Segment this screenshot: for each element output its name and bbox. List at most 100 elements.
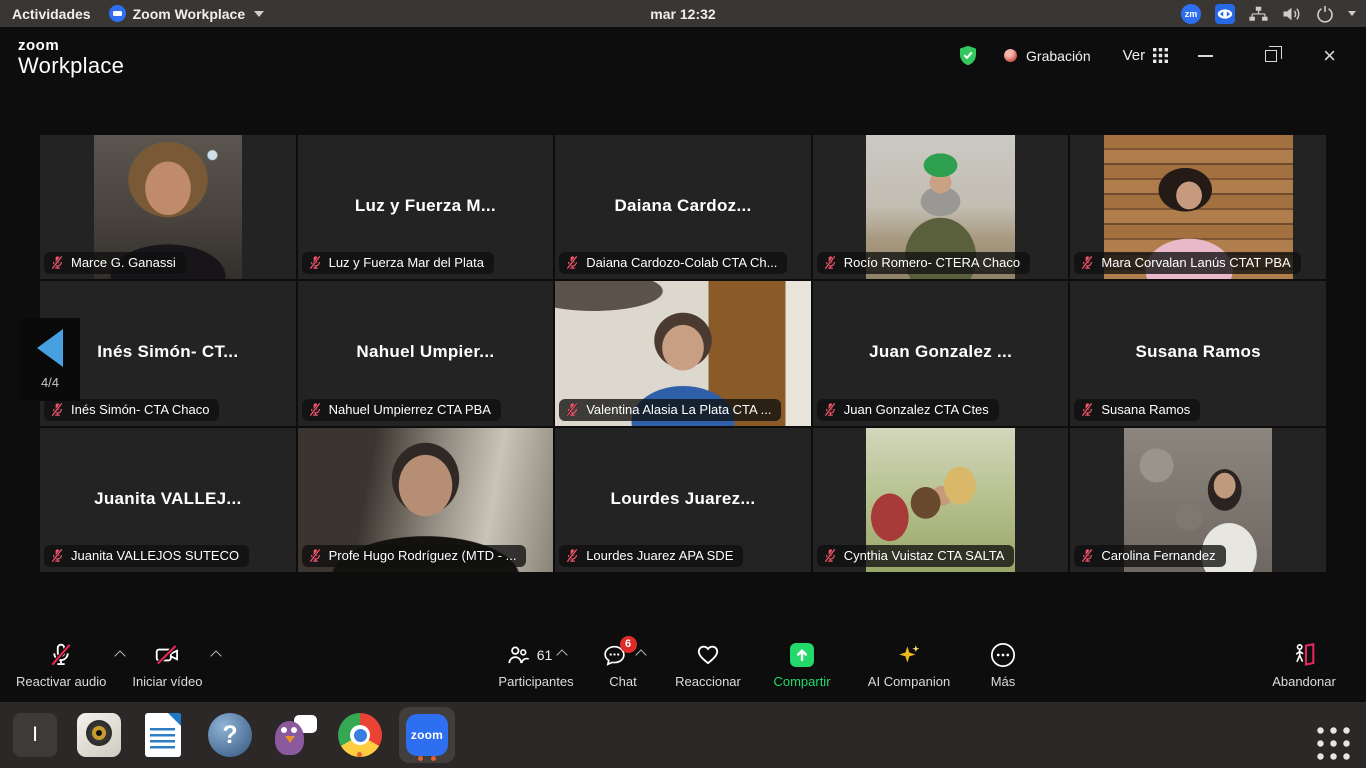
muted-mic-icon xyxy=(823,402,838,417)
close-icon[interactable]: × xyxy=(1323,48,1336,64)
running-indicator-dot xyxy=(431,756,436,761)
participant-name: Cynthia Vuistaz CTA SALTA xyxy=(844,548,1005,563)
participant-name: Inés Simón- CTA Chaco xyxy=(71,402,209,417)
dock: I ? zoom xyxy=(0,702,1366,768)
participant-name: Mara Corvalan Lanús CTAT PBA xyxy=(1101,255,1290,270)
minimize-icon[interactable] xyxy=(1198,55,1213,57)
participant-label: Carolina Fernandez xyxy=(1074,545,1225,567)
teamviewer-icon[interactable] xyxy=(1215,4,1235,24)
chat-label: Chat xyxy=(609,674,636,689)
muted-mic-icon xyxy=(50,402,65,417)
view-label: Ver xyxy=(1123,47,1146,64)
participant-tile[interactable]: Nahuel Umpier... Nahuel Umpierrez CTA PB… xyxy=(298,281,554,425)
participant-display-name: Juan Gonzalez ... xyxy=(813,342,1069,362)
leave-meeting-button[interactable]: Abandonar xyxy=(1258,630,1350,689)
dock-item-chrome[interactable] xyxy=(337,712,383,758)
sparkles-icon xyxy=(896,642,922,668)
zoom-tray-icon[interactable]: zm xyxy=(1181,4,1201,24)
participants-caret[interactable] xyxy=(557,649,568,660)
muted-mic-icon xyxy=(823,255,838,270)
participant-label: Inés Simón- CTA Chaco xyxy=(44,399,219,421)
gallery-view-icon xyxy=(1153,48,1168,63)
logo-workplace: Workplace xyxy=(18,54,124,77)
chat-badge: 6 xyxy=(620,636,637,653)
muted-mic-icon xyxy=(308,402,323,417)
logo-zoom: zoom xyxy=(18,38,124,54)
leave-label: Abandonar xyxy=(1272,674,1336,689)
power-icon[interactable] xyxy=(1316,5,1334,23)
muted-mic-icon xyxy=(308,548,323,563)
participant-tile-active-speaker[interactable]: Valentina Alasia La Plata CTA ... xyxy=(555,281,811,425)
window-header-controls: Grabación Ver × xyxy=(958,45,1336,66)
participant-label: Daiana Cardozo-Colab CTA Ch... xyxy=(559,252,787,274)
dock-item-rhythmbox[interactable] xyxy=(76,712,122,758)
participant-tile[interactable]: Carolina Fernandez xyxy=(1070,428,1326,572)
mic-muted-icon xyxy=(48,642,74,668)
recording-label: Grabación xyxy=(1026,48,1091,64)
dock-item-zoom-active[interactable]: zoom xyxy=(399,707,455,763)
recording-indicator[interactable]: Grabación xyxy=(1004,48,1091,64)
participants-button[interactable]: 61 Participantes xyxy=(486,630,586,689)
running-indicator-dot xyxy=(418,756,423,761)
participant-name: Rocío Romero- CTERA Chaco xyxy=(844,255,1020,270)
participant-tile[interactable]: Daiana Cardoz... Daiana Cardozo-Colab CT… xyxy=(555,135,811,279)
participant-display-name: Nahuel Umpier... xyxy=(298,342,554,362)
text-cursor-icon: I xyxy=(13,713,57,757)
participant-tile[interactable]: Luz y Fuerza M... Luz y Fuerza Mar del P… xyxy=(298,135,554,279)
participant-tile[interactable]: Juanita VALLEJ... Juanita VALLEJOS SUTEC… xyxy=(40,428,296,572)
participant-name: Juan Gonzalez CTA Ctes xyxy=(844,402,989,417)
chevron-down-icon xyxy=(254,11,264,17)
participant-tile[interactable]: Marce G. Ganassi xyxy=(40,135,296,279)
participant-display-name: Susana Ramos xyxy=(1070,342,1326,362)
ellipsis-icon xyxy=(990,642,1016,668)
running-indicator-dot xyxy=(357,752,362,757)
more-button[interactable]: Más xyxy=(970,630,1036,689)
chat-button[interactable]: 6 Chat xyxy=(586,630,660,689)
volume-icon[interactable] xyxy=(1282,5,1302,23)
ai-companion-button[interactable]: AI Companion xyxy=(848,630,970,689)
react-label: Reaccionar xyxy=(675,674,741,689)
participant-label: Profe Hugo Rodríguez (MTD - ... xyxy=(302,545,527,567)
dock-item-pidgin[interactable] xyxy=(272,712,318,758)
dock-item-libreoffice-writer[interactable] xyxy=(141,712,187,758)
participant-tile[interactable]: Susana Ramos Susana Ramos xyxy=(1070,281,1326,425)
participant-label: Luz y Fuerza Mar del Plata xyxy=(302,252,494,274)
view-button[interactable]: Ver xyxy=(1123,47,1169,64)
participant-tile[interactable]: Lourdes Juarez... Lourdes Juarez APA SDE xyxy=(555,428,811,572)
dock-item-text-editor[interactable]: I xyxy=(12,712,58,758)
muted-mic-icon xyxy=(1080,255,1095,270)
participant-tile[interactable]: Juan Gonzalez ... Juan Gonzalez CTA Ctes xyxy=(813,281,1069,425)
react-button[interactable]: Reaccionar xyxy=(660,630,756,689)
app-grid-icon[interactable] xyxy=(1314,724,1353,763)
participant-tile[interactable]: Rocío Romero- CTERA Chaco xyxy=(813,135,1069,279)
share-button[interactable]: Compartir xyxy=(756,630,848,689)
participant-tile[interactable]: Cynthia Vuistaz CTA SALTA xyxy=(813,428,1069,572)
previous-page-button[interactable]: 4/4 xyxy=(20,318,80,401)
zoom-meeting-window: zoom Workplace Grabación Ver × xyxy=(0,27,1366,702)
clock[interactable]: mar 12:32 xyxy=(650,6,715,22)
security-shield-icon[interactable] xyxy=(958,45,978,66)
participant-tile[interactable]: Mara Corvalan Lanús CTAT PBA xyxy=(1070,135,1326,279)
restore-icon[interactable] xyxy=(1265,50,1277,62)
activities-button[interactable]: Actividades xyxy=(12,6,91,22)
app-menu-label: Zoom Workplace xyxy=(133,6,246,22)
participant-tile[interactable]: Profe Hugo Rodríguez (MTD - ... xyxy=(298,428,554,572)
app-menu-button[interactable]: Zoom Workplace xyxy=(109,5,265,22)
chat-caret[interactable] xyxy=(635,649,646,660)
page-indicator: 4/4 xyxy=(41,375,59,390)
participants-icon xyxy=(506,643,530,667)
chevron-down-icon[interactable] xyxy=(1348,11,1356,16)
unmute-audio-button[interactable]: Reactivar audio xyxy=(16,630,106,689)
participant-label: Rocío Romero- CTERA Chaco xyxy=(817,252,1030,274)
network-icon[interactable] xyxy=(1249,5,1268,22)
dock-item-help[interactable]: ? xyxy=(207,712,253,758)
start-video-button[interactable]: Iniciar vídeo xyxy=(132,630,202,689)
share-icon xyxy=(789,642,815,668)
muted-mic-icon xyxy=(50,548,65,563)
audio-options-caret[interactable] xyxy=(115,650,126,661)
writer-document-icon xyxy=(145,713,181,757)
system-tray: zm xyxy=(1181,0,1356,27)
participant-label: Lourdes Juarez APA SDE xyxy=(559,545,743,567)
video-options-caret[interactable] xyxy=(211,650,222,661)
participant-name: Susana Ramos xyxy=(1101,402,1190,417)
